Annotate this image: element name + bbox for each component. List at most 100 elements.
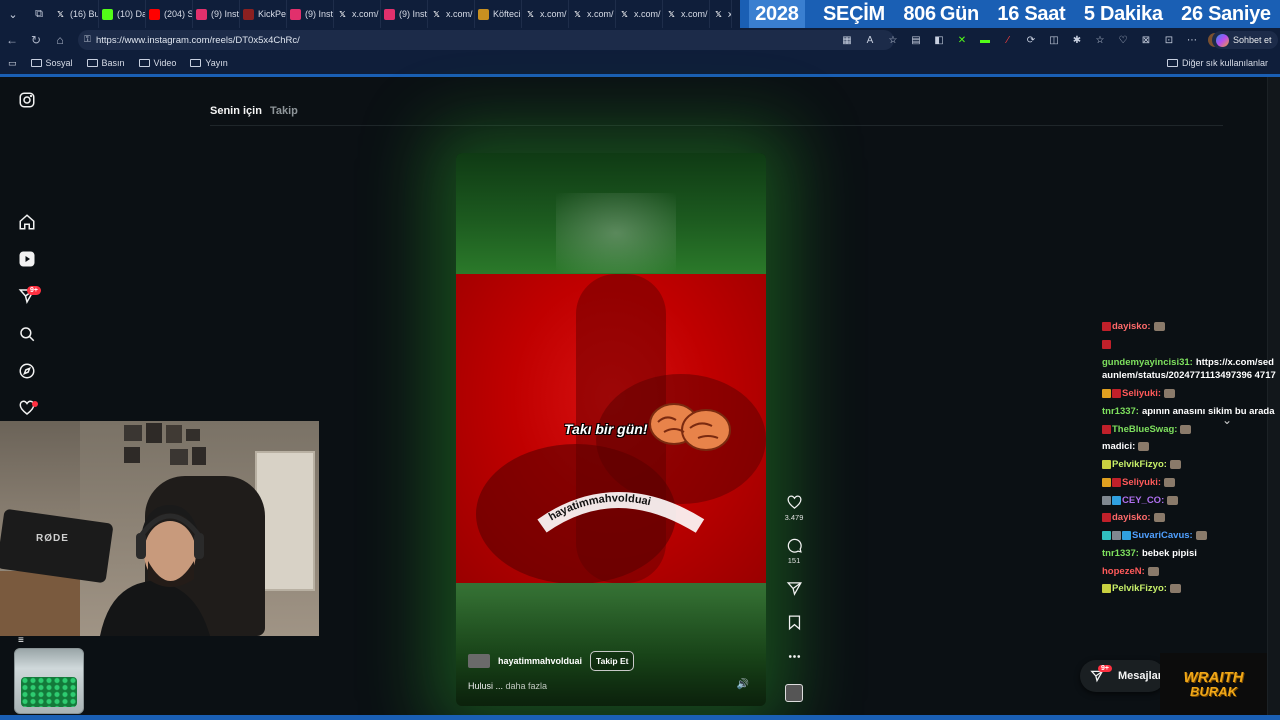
extension-icon[interactable]: ✕ xyxy=(955,33,969,47)
like-button[interactable]: 3.479 xyxy=(782,494,806,522)
browser-tab[interactable]: (204) S xyxy=(146,0,193,28)
reload-icon[interactable]: ↻ xyxy=(24,33,48,47)
sound-toggle-icon[interactable]: 🔊 xyxy=(734,675,752,693)
folder-icon xyxy=(86,59,98,67)
x-icon: 𝕏 xyxy=(527,9,534,19)
chat-username[interactable]: SuvariCavus: xyxy=(1132,530,1193,541)
search-icon[interactable] xyxy=(17,324,37,344)
chat-username[interactable]: CEY_CO: xyxy=(1122,495,1164,506)
workspaces-icon[interactable]: ⧉ xyxy=(26,0,52,28)
chat-username[interactable]: Seliyuki: xyxy=(1122,388,1161,399)
browser-tab[interactable]: 𝕏x.com/ xyxy=(428,0,475,28)
comment-button[interactable]: 151 xyxy=(782,537,806,565)
extension-icon[interactable]: ⁄ xyxy=(1001,33,1015,47)
split-screen-icon[interactable]: ◫ xyxy=(1047,33,1061,47)
copilot-chat-button[interactable]: Sohbet et xyxy=(1212,31,1278,49)
home-icon[interactable] xyxy=(17,212,37,232)
browser-tab[interactable]: (9) Inst xyxy=(287,0,334,28)
address-bar[interactable]: ⚿ https://www.instagram.com/reels/DT0x5x… xyxy=(78,30,894,50)
tab-list-chevron-icon[interactable]: ⌄ xyxy=(0,0,26,28)
vertical-tabs-icon[interactable]: ▭ xyxy=(8,58,17,69)
chat-username[interactable]: tnr1337: xyxy=(1102,548,1139,559)
caption-text: Hulusi ... xyxy=(468,681,504,691)
app-available-icon[interactable]: ▦ xyxy=(840,33,854,47)
author-avatar[interactable] xyxy=(468,654,490,668)
favorite-star-icon[interactable]: ☆ xyxy=(886,33,900,47)
caption-more-link[interactable]: daha fazla xyxy=(506,681,548,691)
browser-tab[interactable]: (10) Da xyxy=(99,0,146,28)
browser-tab[interactable]: 𝕏x.com/ xyxy=(334,0,381,28)
chat-username[interactable]: hopezeN: xyxy=(1102,566,1145,577)
other-favorites[interactable]: Diğer sık kullanılanlar xyxy=(1166,52,1268,74)
explore-icon[interactable] xyxy=(17,361,37,381)
other-favorites-label: Diğer sık kullanılanlar xyxy=(1181,58,1268,68)
chat-emote-icon xyxy=(1153,321,1165,331)
chat-username[interactable]: dayisko: xyxy=(1112,321,1151,332)
chat-emote-icon xyxy=(1169,460,1181,470)
chat-username[interactable]: Seliyuki: xyxy=(1122,477,1161,488)
author-name[interactable]: hayatimmahvolduai xyxy=(498,656,582,666)
chat-badge-icon xyxy=(1102,584,1111,594)
copilot-icon xyxy=(1216,33,1229,47)
collections-icon[interactable]: ⊡ xyxy=(1162,33,1176,47)
browser-tab[interactable]: 𝕏x.com/ xyxy=(616,0,663,28)
read-aloud-icon[interactable]: A xyxy=(863,33,877,47)
share-icon xyxy=(786,582,802,596)
reels-icon[interactable] xyxy=(17,249,37,269)
more-menu-icon[interactable]: ⋯ xyxy=(1185,33,1199,47)
browser-tab[interactable]: 𝕏x.com/ xyxy=(569,0,616,28)
flexing-arm-emoji xyxy=(649,403,731,451)
screenshot-icon[interactable]: ⊠ xyxy=(1139,33,1153,47)
save-button[interactable] xyxy=(782,614,806,631)
browser-tab[interactable]: Köfteci xyxy=(475,0,522,28)
tab-label: KickPe xyxy=(258,9,287,19)
bookmarks-bar: ▭ Sosyal Basın Video Yayın Diğer sık kul… xyxy=(0,52,1280,74)
extension-icon[interactable]: ▬ xyxy=(978,33,992,47)
share-button[interactable] xyxy=(782,580,806,597)
logo-line-2: BURAK xyxy=(1190,684,1237,699)
browser-tab[interactable]: (9) Inst xyxy=(381,0,428,28)
more-dots-icon xyxy=(788,655,800,658)
bookmark-folder[interactable]: Yayın xyxy=(190,58,228,68)
bookmark-folder[interactable]: Video xyxy=(138,58,176,68)
x-icon: 𝕏 xyxy=(715,9,722,19)
more-options-button[interactable] xyxy=(782,648,806,665)
browser-tab[interactable]: 𝕏x.com/ xyxy=(522,0,569,28)
messages-label: Mesajlar xyxy=(1118,670,1163,682)
browser-tab[interactable]: 𝕏x.com/ xyxy=(663,0,710,28)
browser-essentials-icon[interactable]: ♡ xyxy=(1116,33,1130,47)
browser-tab[interactable]: (9) Inst xyxy=(193,0,240,28)
notification-dot xyxy=(32,401,38,407)
chat-username[interactable]: PelvikFizyo: xyxy=(1112,459,1167,470)
browser-tab[interactable]: 𝕏x. xyxy=(710,0,732,28)
follow-button[interactable]: Takip Et xyxy=(590,651,635,671)
back-icon[interactable]: ← xyxy=(0,33,24,47)
chevron-down-icon[interactable]: ⌄ xyxy=(1217,410,1237,430)
chat-username[interactable]: TheBlueSwag: xyxy=(1112,424,1177,435)
extension-icon[interactable]: ▤ xyxy=(909,33,923,47)
chat-username[interactable]: gundemyayincisi31: xyxy=(1102,357,1193,368)
extension-icon[interactable]: ⟳ xyxy=(1024,33,1038,47)
browser-tab[interactable]: 𝕏 (16) Bu xyxy=(52,0,99,28)
extension-icon[interactable]: ◧ xyxy=(932,33,946,47)
bookmark-folder[interactable]: Sosyal xyxy=(30,58,73,68)
curved-handle-text: hayatimmahvolduai xyxy=(537,492,705,533)
reel-video[interactable]: Takı bir gün! hayatimmahvolduai hayatimm… xyxy=(456,153,766,706)
extensions-puzzle-icon[interactable]: ✱ xyxy=(1070,33,1084,47)
tab-for-you[interactable]: Senin için xyxy=(210,105,262,117)
chat-username[interactable]: dayisko: xyxy=(1112,512,1151,523)
tab-following[interactable]: Takip xyxy=(270,105,298,117)
bookmark-label: Yayın xyxy=(205,58,228,68)
chat-username[interactable]: madici: xyxy=(1102,441,1135,452)
audio-thumbnail[interactable] xyxy=(785,684,803,702)
home-icon[interactable]: ⌂ xyxy=(48,33,72,47)
bookmark-folder[interactable]: Basın xyxy=(86,58,125,68)
logo-line-1: WRAITH xyxy=(1183,669,1244,686)
chat-username[interactable]: PelvikFizyo: xyxy=(1112,583,1167,594)
instagram-logo-icon[interactable] xyxy=(17,90,37,110)
messages-button[interactable]: 9+ Mesajlar xyxy=(1080,660,1165,692)
site-info-icon[interactable]: ⚿ xyxy=(84,34,91,45)
favorites-icon[interactable]: ☆ xyxy=(1093,33,1107,47)
chat-username[interactable]: tnr1337: xyxy=(1102,406,1139,417)
browser-tab[interactable]: KickPe xyxy=(240,0,287,28)
